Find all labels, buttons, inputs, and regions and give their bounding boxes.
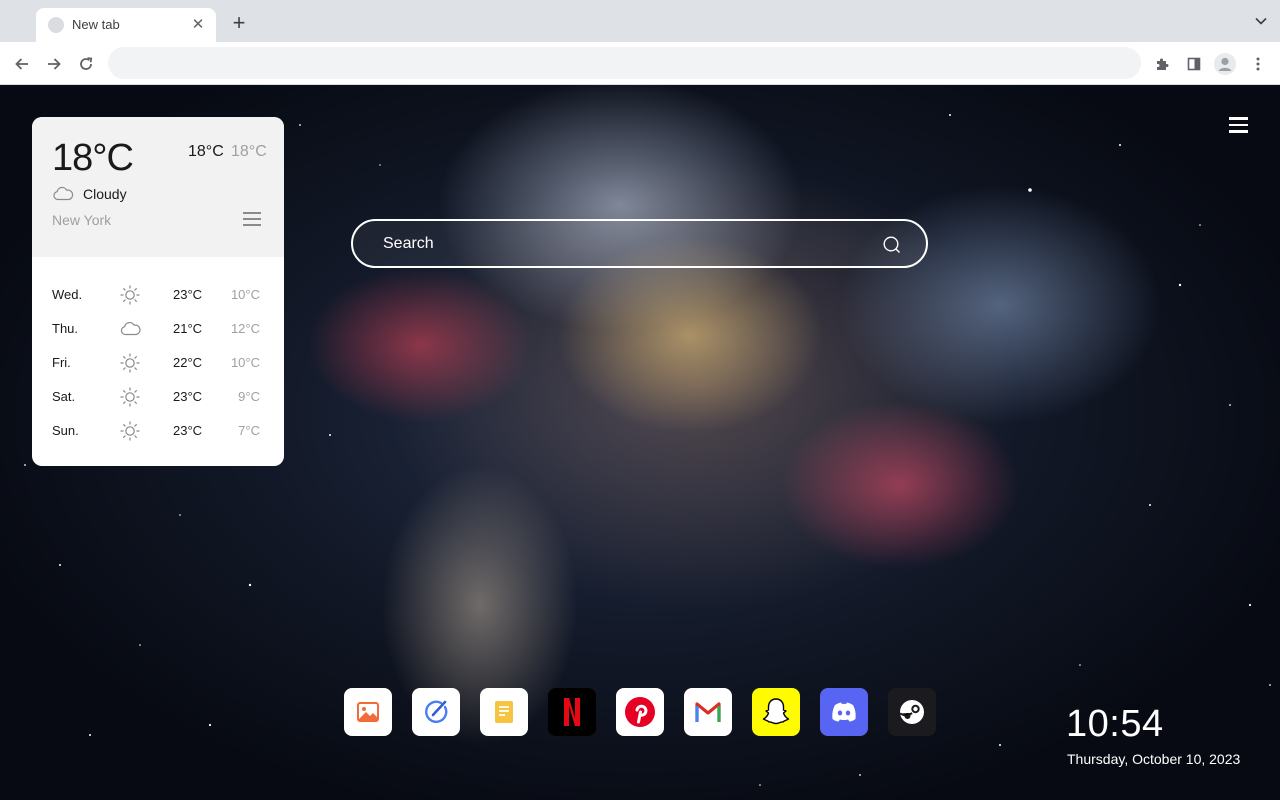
dock-edit-button[interactable]: [412, 688, 460, 736]
address-bar[interactable]: [108, 47, 1141, 79]
gmail-icon: [684, 688, 732, 736]
globe-icon: [48, 17, 64, 33]
weather-location[interactable]: New York: [52, 212, 111, 228]
forecast-low: 7°C: [238, 423, 260, 438]
forecast-row: Thu. 21°C 12°C: [32, 317, 284, 341]
profile-button[interactable]: [1213, 52, 1237, 76]
today-low: 18°C: [231, 143, 267, 160]
forecast-row: Sat. 23°C 9°C: [32, 385, 284, 409]
search-bar: [351, 219, 928, 268]
forecast-day: Sat.: [52, 389, 76, 404]
arrow-left-icon: [15, 58, 28, 70]
new-tab-button[interactable]: +: [228, 12, 250, 34]
forecast-day: Wed.: [52, 287, 83, 302]
weather-condition: Cloudy: [83, 186, 127, 202]
forecast-row: Fri. 22°C 10°C: [32, 351, 284, 375]
today-high: 18°C: [188, 143, 224, 160]
tab-strip: New tab ✕ +: [0, 0, 1280, 42]
notes-app-icon: [480, 688, 528, 736]
side-panel-button[interactable]: [1182, 52, 1206, 76]
edit-app-icon: [412, 688, 460, 736]
forecast-day: Thu.: [52, 321, 79, 336]
discord-icon: [820, 688, 868, 736]
reload-button[interactable]: [74, 52, 98, 76]
dock-discord-button[interactable]: [820, 688, 868, 736]
forecast-low: 12°C: [230, 321, 260, 336]
browser-menu-button[interactable]: [1246, 52, 1270, 76]
forecast-day: Sun.: [52, 423, 79, 438]
forecast-low: 10°C: [230, 355, 260, 370]
sun-icon: [120, 421, 140, 441]
arrow-right-icon: [48, 58, 61, 70]
extensions-button[interactable]: [1150, 52, 1174, 76]
reload-icon: [80, 57, 93, 70]
forecast-row: Sun. 23°C 7°C: [32, 419, 284, 443]
search-input[interactable]: [383, 234, 863, 254]
side-panel-icon: [1187, 57, 1201, 71]
galaxy-background: 18°C 18°C 18°C Cloudy New York Wed. 23°C…: [0, 85, 1280, 800]
sun-icon: [120, 353, 140, 373]
dock-notes-button[interactable]: [480, 688, 528, 736]
dock-steam-button[interactable]: [888, 688, 936, 736]
clock-time: 10:54: [1066, 703, 1164, 745]
forecast-row: Wed. 23°C 10°C: [32, 283, 284, 307]
cloud-icon: [53, 186, 74, 201]
gallery-app-icon: [344, 688, 392, 736]
dock-netflix-button[interactable]: [548, 688, 596, 736]
hamburger-menu-icon[interactable]: [1229, 117, 1249, 133]
tab-title: New tab: [72, 17, 120, 32]
browser-toolbar: [0, 42, 1280, 85]
dock-snapchat-button[interactable]: [752, 688, 800, 736]
forecast-high: 23°C: [173, 287, 203, 302]
netflix-icon: [548, 688, 596, 736]
more-vertical-icon: [1256, 57, 1260, 71]
weather-widget: 18°C 18°C 18°C Cloudy New York Wed. 23°C…: [32, 117, 284, 466]
chevron-down-icon[interactable]: [1254, 14, 1268, 28]
forecast-low: 10°C: [230, 287, 260, 302]
forecast-low: 9°C: [238, 389, 260, 404]
forecast-day: Fri.: [52, 355, 71, 370]
avatar-icon: [1214, 53, 1236, 75]
puzzle-icon: [1157, 58, 1169, 70]
clock-date: Thursday, October 10, 2023: [1067, 751, 1241, 767]
forward-button[interactable]: [42, 52, 66, 76]
snapchat-icon: [752, 688, 800, 736]
dock-gallery-button[interactable]: [344, 688, 392, 736]
steam-icon: [888, 688, 936, 736]
dock-gmail-button[interactable]: [684, 688, 732, 736]
tab-new-tab[interactable]: New tab ✕: [36, 8, 216, 42]
forecast-high: 22°C: [173, 355, 203, 370]
pinterest-icon: [616, 688, 664, 736]
search-icon[interactable]: [882, 235, 902, 255]
forecast-high: 23°C: [173, 423, 203, 438]
forecast-high: 23°C: [173, 389, 203, 404]
cloud-icon: [120, 321, 141, 336]
weather-menu-icon[interactable]: [243, 212, 263, 230]
back-button[interactable]: [10, 52, 34, 76]
current-temperature: 18°C: [52, 137, 134, 179]
close-tab-icon[interactable]: ✕: [188, 15, 208, 35]
weather-current-panel: 18°C 18°C 18°C Cloudy New York: [32, 117, 284, 257]
sun-icon: [120, 387, 140, 407]
forecast-high: 21°C: [173, 321, 203, 336]
dock-pinterest-button[interactable]: [616, 688, 664, 736]
sun-icon: [120, 285, 140, 305]
